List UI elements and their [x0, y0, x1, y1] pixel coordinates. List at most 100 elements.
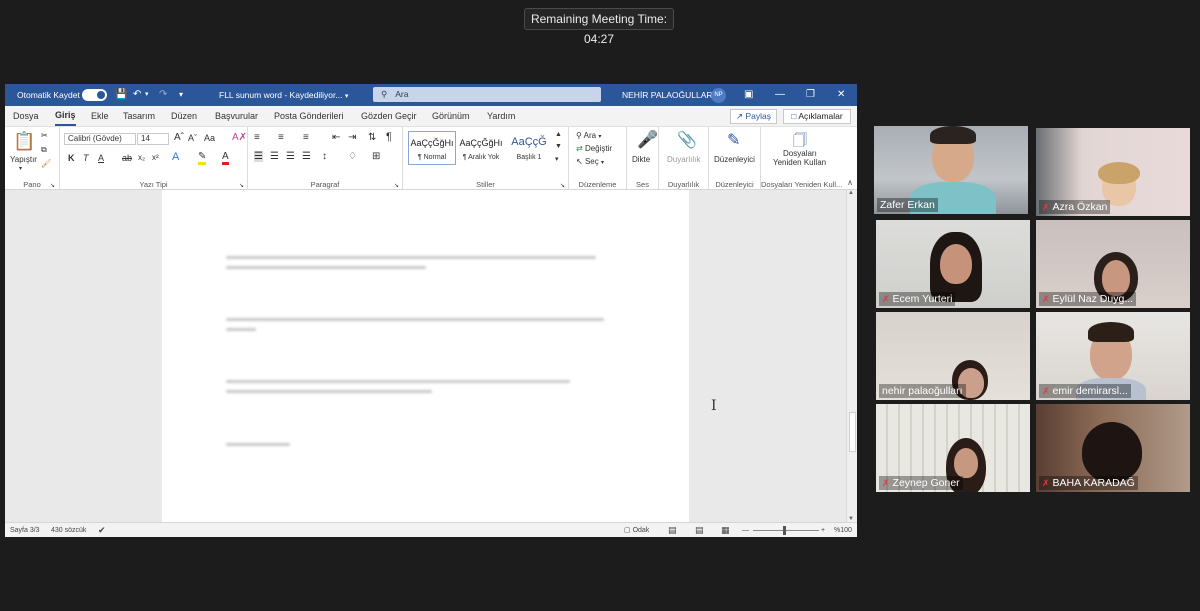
- scroll-up-icon[interactable]: ▲: [848, 190, 854, 196]
- italic-icon[interactable]: T: [83, 153, 89, 163]
- minimize-icon[interactable]: —: [775, 84, 785, 106]
- focus-button[interactable]: ▢ Odak: [624, 523, 649, 537]
- participant-tile[interactable]: nehir palaoğulları: [876, 312, 1030, 400]
- avatar[interactable]: NP: [711, 88, 726, 103]
- chevron-down-icon[interactable]: ▾: [19, 165, 22, 172]
- tab-posta-gonderileri[interactable]: Posta Gönderileri: [274, 106, 344, 126]
- paste-icon[interactable]: 📋: [13, 131, 35, 152]
- editor-icon[interactable]: ✎: [727, 130, 740, 150]
- share-button[interactable]: ↗ Paylaş: [730, 109, 777, 124]
- shading-icon[interactable]: ♢: [348, 151, 357, 162]
- undo-icon[interactable]: ↶: [133, 84, 141, 106]
- scrollbar-thumb[interactable]: [849, 412, 856, 452]
- collapse-ribbon-icon[interactable]: ∧: [847, 178, 853, 187]
- decrease-indent-icon[interactable]: ⇤: [332, 132, 340, 143]
- participant-tile[interactable]: ✗ Eylül Naz Duyg...: [1036, 220, 1190, 308]
- font-size-dropdown[interactable]: 14: [137, 133, 169, 145]
- font-name-dropdown[interactable]: Calibri (Gövde): [64, 133, 136, 145]
- close-icon[interactable]: ✕: [837, 84, 845, 106]
- zoom-level[interactable]: %100: [834, 523, 852, 537]
- participant-tile[interactable]: ✗ emir demirarsl...: [1036, 312, 1190, 400]
- proofing-icon[interactable]: ✔: [98, 523, 106, 537]
- customize-toolbar-icon[interactable]: ▾: [179, 84, 183, 106]
- grow-font-icon[interactable]: Aˆ: [174, 132, 184, 143]
- numbering-icon[interactable]: ≡: [278, 132, 284, 143]
- dialog-launcher-icon[interactable]: ↘: [239, 182, 244, 189]
- document-title[interactable]: FLL sunum word - Kaydediliyor... ▾: [219, 84, 348, 108]
- replace-button[interactable]: ⇄ Değiştir: [576, 144, 612, 153]
- sort-icon[interactable]: ⇅: [368, 132, 376, 143]
- cut-icon[interactable]: ✂: [41, 131, 48, 140]
- copy-icon[interactable]: ⧉: [41, 145, 47, 155]
- dialog-launcher-icon[interactable]: ↘: [50, 182, 55, 189]
- tab-ekle[interactable]: Ekle: [91, 106, 109, 126]
- highlight-icon[interactable]: ✎: [198, 151, 207, 165]
- style-aralik-yok[interactable]: AaÇçĞğHı ¶ Aralık Yok: [457, 131, 505, 165]
- tab-basvurular[interactable]: Başvurular: [215, 106, 258, 126]
- strikethrough-icon[interactable]: ab: [122, 153, 132, 163]
- microphone-icon[interactable]: 🎤: [637, 130, 658, 150]
- redo-icon[interactable]: ↷: [159, 84, 167, 106]
- increase-indent-icon[interactable]: ⇥: [348, 132, 356, 143]
- search-input[interactable]: ⚲ Ara: [373, 87, 601, 102]
- styles-scroll-down-icon[interactable]: ▼: [555, 143, 562, 150]
- autosave-toggle[interactable]: [82, 89, 107, 101]
- zoom-slider[interactable]: [753, 530, 819, 531]
- shrink-font-icon[interactable]: Aˇ: [188, 133, 197, 143]
- tab-giris[interactable]: Giriş: [55, 106, 76, 126]
- save-icon[interactable]: 💾: [115, 84, 127, 106]
- tab-dosya[interactable]: Dosya: [13, 106, 39, 126]
- comments-button[interactable]: □ Açıklamalar: [783, 109, 851, 124]
- borders-icon[interactable]: ⊞: [372, 151, 380, 162]
- zoom-in-icon[interactable]: +: [821, 523, 825, 537]
- select-button[interactable]: ↖ Seç ▾: [576, 157, 604, 166]
- sensitivity-icon[interactable]: 📎: [677, 130, 697, 150]
- word-count[interactable]: 430 sözcük: [51, 523, 86, 537]
- editor-button[interactable]: Düzenleyici: [714, 155, 755, 164]
- ribbon-display-icon[interactable]: ▣: [744, 84, 753, 106]
- paste-button[interactable]: Yapıştır: [10, 155, 37, 164]
- participant-tile[interactable]: ✗ BAHA KARADAĞ: [1036, 404, 1190, 492]
- sensitivity-button[interactable]: Duyarlılık: [667, 155, 700, 164]
- bold-icon[interactable]: K: [68, 153, 75, 163]
- dialog-launcher-icon[interactable]: ↘: [560, 182, 565, 189]
- align-center-icon[interactable]: ☰: [270, 151, 279, 162]
- dialog-launcher-icon[interactable]: ↘: [394, 182, 399, 189]
- participant-tile[interactable]: ✗ Zeynep Goner: [876, 404, 1030, 492]
- tab-duzen[interactable]: Düzen: [171, 106, 197, 126]
- page-count[interactable]: Sayfa 3/3: [10, 523, 40, 537]
- line-spacing-icon[interactable]: ↕: [322, 151, 327, 162]
- style-normal[interactable]: AaÇçĞğHı ¶ Normal: [408, 131, 456, 165]
- web-layout-icon[interactable]: ▦: [721, 523, 730, 537]
- reuse-files-line1[interactable]: Dosyaları: [783, 149, 817, 158]
- dictate-button[interactable]: Dikte: [632, 155, 650, 164]
- read-mode-icon[interactable]: ▤: [668, 523, 677, 537]
- clear-formatting-icon[interactable]: A✗: [232, 132, 247, 143]
- subscript-icon[interactable]: x₂: [138, 153, 145, 162]
- font-color-icon[interactable]: A: [222, 151, 229, 165]
- participant-tile[interactable]: ✗ Ecem Yurteri: [876, 220, 1030, 308]
- print-layout-icon[interactable]: ▤: [695, 523, 704, 537]
- chevron-down-icon[interactable]: ▾: [145, 84, 149, 106]
- reuse-files-line2[interactable]: Yeniden Kullan: [773, 158, 826, 167]
- change-case-icon[interactable]: Aa: [204, 133, 215, 143]
- underline-icon[interactable]: A: [98, 153, 104, 163]
- participant-tile[interactable]: ✗ Azra Özkan: [1036, 128, 1190, 216]
- find-button[interactable]: ⚲ Ara ▾: [576, 131, 601, 140]
- tab-gozden-gecir[interactable]: Gözden Geçir: [361, 106, 417, 126]
- tab-gorunum[interactable]: Görünüm: [432, 106, 470, 126]
- participant-tile[interactable]: Zafer Erkan: [874, 126, 1028, 214]
- tab-tasarim[interactable]: Tasarım: [123, 106, 155, 126]
- vertical-scrollbar[interactable]: ▲ ▼: [846, 190, 857, 522]
- justify-icon[interactable]: ☰: [302, 151, 311, 162]
- bullets-icon[interactable]: ≡: [254, 132, 260, 143]
- format-painter-icon[interactable]: 🖌: [41, 159, 51, 168]
- zoom-out-icon[interactable]: —: [742, 523, 749, 537]
- user-name[interactable]: NEHİR PALAOĞULLARI: [622, 84, 715, 106]
- superscript-icon[interactable]: x²: [152, 153, 159, 162]
- align-left-icon[interactable]: ☰: [254, 151, 263, 162]
- styles-more-icon[interactable]: ▾: [555, 155, 559, 163]
- tab-yardim[interactable]: Yardım: [487, 106, 515, 126]
- multilevel-list-icon[interactable]: ≡: [303, 132, 309, 143]
- styles-scroll-up-icon[interactable]: ▲: [555, 131, 562, 138]
